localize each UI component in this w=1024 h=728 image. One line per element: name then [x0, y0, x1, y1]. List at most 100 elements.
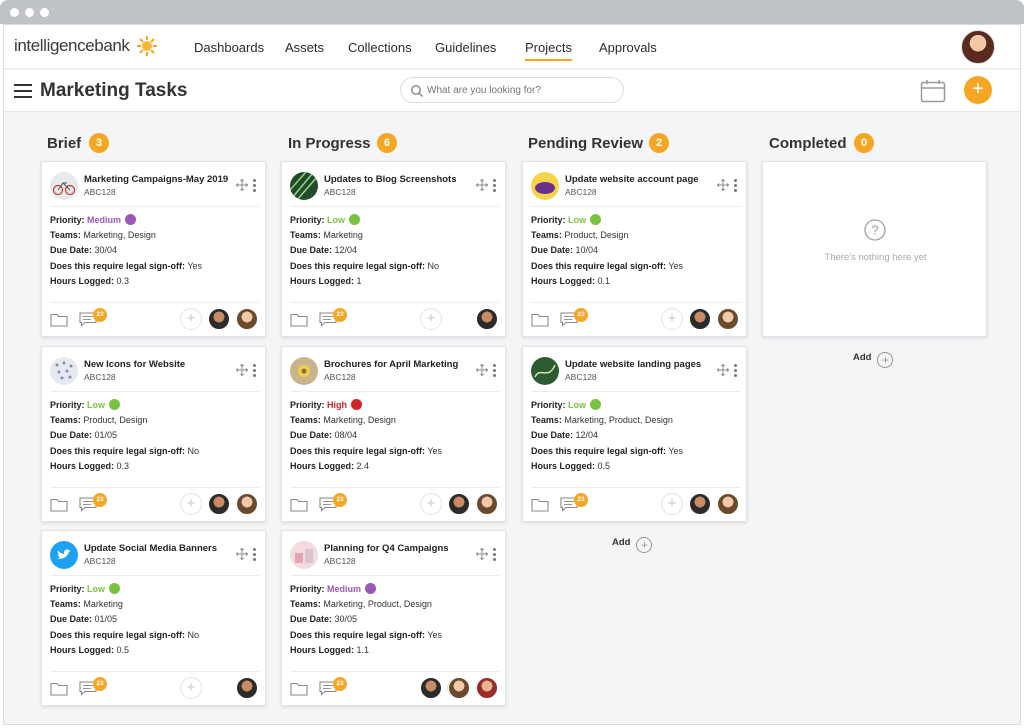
- task-title[interactable]: Update Social Media Banners: [84, 543, 234, 554]
- more-options-icon[interactable]: [253, 548, 257, 561]
- add-assignee-button[interactable]: +: [180, 308, 202, 330]
- more-options-icon[interactable]: [493, 364, 497, 377]
- field-label: Does this require legal sign-off:: [50, 629, 186, 640]
- assignee-avatar[interactable]: [689, 308, 711, 330]
- search-bar[interactable]: [400, 77, 624, 103]
- assignee-avatar[interactable]: [476, 677, 498, 699]
- task-card[interactable]: Update Social Media Banners ABC128 Prior…: [41, 530, 266, 706]
- drag-move-icon[interactable]: [236, 179, 248, 191]
- column-count-badge: 2: [649, 133, 669, 153]
- priority-dot-icon: [109, 399, 121, 410]
- field-label: Does this require legal sign-off:: [531, 445, 667, 456]
- folder-icon[interactable]: [290, 497, 308, 512]
- assignee-avatar[interactable]: [476, 308, 498, 330]
- task-title[interactable]: Update website landing pages: [565, 359, 715, 370]
- add-assignee-button[interactable]: +: [420, 493, 442, 515]
- nav-collections[interactable]: Collections: [348, 40, 412, 55]
- add-assignee-button[interactable]: +: [180, 493, 202, 515]
- task-card[interactable]: Marketing Campaigns-May 2019 ABC128 Prio…: [41, 161, 266, 337]
- search-input[interactable]: [427, 82, 617, 99]
- assignee-avatar[interactable]: [236, 677, 258, 699]
- task-card[interactable]: Updates to Blog Screenshots ABC128 Prior…: [281, 161, 506, 337]
- add-task-button[interactable]: +: [964, 76, 992, 104]
- assignee-avatar[interactable]: [208, 493, 230, 515]
- calendar-icon[interactable]: [920, 79, 946, 103]
- folder-icon[interactable]: [531, 497, 549, 512]
- page-header: Marketing Tasks +: [4, 70, 1020, 112]
- assignee-avatar[interactable]: [476, 493, 498, 515]
- priority-value: Low: [87, 400, 106, 410]
- teams-value: Marketing: [323, 229, 363, 240]
- divider: [290, 487, 499, 488]
- plus-icon: +: [877, 352, 894, 368]
- assignee-avatar[interactable]: [208, 308, 230, 330]
- drag-move-icon[interactable]: [476, 179, 488, 191]
- task-card[interactable]: Update website landing pages ABC128 Prio…: [522, 346, 747, 522]
- assignee-avatar[interactable]: [689, 493, 711, 515]
- folder-icon[interactable]: [50, 497, 68, 512]
- task-title[interactable]: Marketing Campaigns-May 2019: [84, 174, 234, 185]
- add-assignee-button[interactable]: +: [661, 493, 683, 515]
- nav-guidelines[interactable]: Guidelines: [435, 40, 496, 55]
- nav-projects[interactable]: Projects: [525, 40, 572, 61]
- user-avatar[interactable]: [961, 30, 995, 64]
- assignee-avatar[interactable]: [420, 677, 442, 699]
- task-card[interactable]: Update website account page ABC128 Prior…: [522, 161, 747, 337]
- divider: [290, 206, 499, 207]
- nav-dashboards[interactable]: Dashboards: [194, 40, 264, 55]
- drag-move-icon[interactable]: [236, 548, 248, 560]
- column-title-brief: Brief: [47, 135, 82, 152]
- divider: [50, 391, 259, 392]
- assignee-avatar[interactable]: [717, 308, 739, 330]
- task-title[interactable]: Brochures for April Marketing: [324, 359, 474, 370]
- legal-value: No: [427, 260, 440, 271]
- more-options-icon[interactable]: [253, 179, 257, 192]
- menu-icon[interactable]: [14, 83, 32, 99]
- task-title[interactable]: Planning for Q4 Campaigns: [324, 543, 474, 554]
- brand-logo[interactable]: intelligencebank: [14, 36, 157, 56]
- hours-row: Hours Logged: 0.5: [531, 461, 743, 477]
- priority-dot-icon: [590, 399, 602, 410]
- drag-move-icon[interactable]: [476, 548, 488, 560]
- task-thumbnail: [290, 357, 318, 385]
- task-card[interactable]: New Icons for Website ABC128 Priority: L…: [41, 346, 266, 522]
- add-assignee-button[interactable]: +: [180, 677, 202, 699]
- legal-value: No: [187, 629, 200, 640]
- folder-icon[interactable]: [50, 681, 68, 696]
- drag-move-icon[interactable]: [717, 179, 729, 191]
- add-assignee-button[interactable]: +: [661, 308, 683, 330]
- task-title[interactable]: New Icons for Website: [84, 359, 234, 370]
- more-options-icon[interactable]: [253, 364, 257, 377]
- folder-icon[interactable]: [290, 681, 308, 696]
- add-card-pending-review[interactable]: Add +: [612, 537, 653, 553]
- add-assignee-button[interactable]: +: [420, 308, 442, 330]
- assignee-avatar[interactable]: [236, 493, 258, 515]
- column-title-completed: Completed: [769, 135, 847, 152]
- drag-move-icon[interactable]: [717, 364, 729, 376]
- more-options-icon[interactable]: [734, 364, 738, 377]
- task-title[interactable]: Updates to Blog Screenshots: [324, 174, 474, 185]
- folder-icon[interactable]: [50, 312, 68, 327]
- assignee-avatar[interactable]: [448, 493, 470, 515]
- task-fields: Priority: Low Teams: Marketing Due Date:…: [50, 583, 262, 661]
- nav-approvals[interactable]: Approvals: [599, 40, 657, 55]
- due-date-value: 12/04: [334, 245, 358, 255]
- assignee-avatar[interactable]: [448, 677, 470, 699]
- more-options-icon[interactable]: [734, 179, 738, 192]
- assignee-avatar[interactable]: [717, 493, 739, 515]
- task-title[interactable]: Update website account page: [565, 174, 715, 185]
- task-card[interactable]: Planning for Q4 Campaigns ABC128 Priorit…: [281, 530, 506, 706]
- more-options-icon[interactable]: [493, 548, 497, 561]
- field-label: Teams:: [290, 414, 321, 425]
- folder-icon[interactable]: [531, 312, 549, 327]
- assignee-avatar[interactable]: [236, 308, 258, 330]
- add-card-completed[interactable]: Add +: [853, 352, 894, 368]
- folder-icon[interactable]: [290, 312, 308, 327]
- nav-assets[interactable]: Assets: [285, 40, 324, 55]
- task-card[interactable]: Brochures for April Marketing ABC128 Pri…: [281, 346, 506, 522]
- more-options-icon[interactable]: [493, 179, 497, 192]
- legal-row: Does this require legal sign-off: No: [290, 261, 502, 277]
- drag-move-icon[interactable]: [476, 364, 488, 376]
- teams-value: Marketing, Product, Design: [564, 414, 673, 425]
- drag-move-icon[interactable]: [236, 364, 248, 376]
